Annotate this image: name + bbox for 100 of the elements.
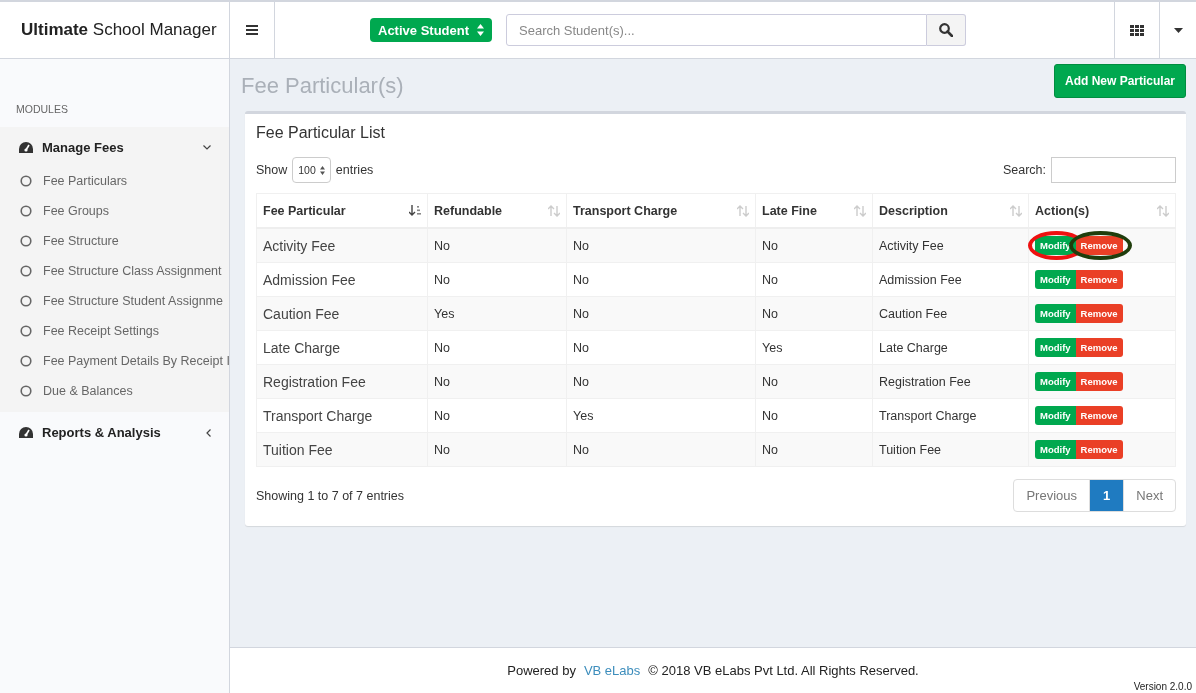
table-cell: No — [755, 296, 873, 331]
entries-info: Showing 1 to 7 of 7 entries — [256, 488, 404, 503]
circle-icon — [20, 355, 32, 367]
remove-button[interactable]: Remove — [1075, 270, 1123, 289]
table-cell: Activity Fee — [256, 228, 428, 263]
table-cell: No — [755, 228, 873, 263]
add-particular-button[interactable]: Add New Particular — [1053, 64, 1186, 98]
dashboard-icon — [19, 427, 33, 438]
footer-text: Powered by — [507, 663, 576, 678]
dashboard-icon — [19, 142, 33, 153]
table-search-field[interactable] — [1051, 157, 1176, 183]
page-link[interactable]: 1 — [1089, 480, 1124, 511]
sort-icon — [854, 205, 866, 217]
circle-icon — [20, 385, 32, 397]
search-icon — [939, 23, 953, 37]
remove-button[interactable]: Remove — [1075, 372, 1123, 391]
table-cell: Registration Fee — [872, 364, 1029, 399]
circle-icon — [20, 235, 32, 247]
sidebar-item[interactable]: Fee Structure — [0, 226, 229, 256]
select-arrows-icon — [319, 165, 325, 175]
sidebar-item[interactable]: Fee Payment Details By Receipt I — [0, 346, 229, 376]
table-cell: Tuition Fee — [872, 432, 1029, 467]
sidebar-item[interactable]: Fee Structure Student Assignme — [0, 286, 229, 316]
footer-link[interactable]: VB eLabs — [583, 663, 641, 678]
sort-icon — [1157, 205, 1169, 217]
menu-icon — [246, 25, 258, 35]
search-button[interactable] — [927, 14, 966, 46]
table-cell: No — [755, 398, 873, 433]
modify-button[interactable]: Modify — [1035, 270, 1076, 289]
sort-icon — [1010, 205, 1022, 217]
select-arrows-icon — [477, 24, 484, 36]
student-filter-select[interactable]: Active Student — [370, 18, 492, 42]
circle-icon — [20, 295, 32, 307]
page-title: Fee Particular(s) — [241, 73, 404, 99]
table-cell: Transport Charge — [256, 398, 428, 433]
table-cell: No — [427, 262, 567, 297]
sort-icon — [737, 205, 749, 217]
table-cell: No — [755, 432, 873, 467]
table-cell: Yes — [566, 398, 756, 433]
table-cell: No — [566, 364, 756, 399]
sidebar-group[interactable]: Reports & Analysis — [0, 412, 229, 451]
show-label: Show — [256, 163, 288, 177]
table-cell: No — [427, 398, 567, 433]
entries-label: entries — [335, 163, 374, 177]
copyright-text: © 2018 VB eLabs Pvt Ltd. All Rights Reserved. — [648, 663, 919, 678]
table-cell: Caution Fee — [256, 296, 428, 331]
remove-button[interactable]: Remove — [1075, 338, 1123, 357]
remove-button[interactable]: Remove — [1075, 304, 1123, 323]
table-cell: Admission Fee — [872, 262, 1029, 297]
table-cell: Late Charge — [872, 330, 1029, 365]
card-title: Fee Particular List — [256, 123, 386, 143]
table-cell: Transport Charge — [872, 398, 1029, 433]
remove-button[interactable]: Remove — [1075, 406, 1123, 425]
page-length-select[interactable]: 100 — [292, 157, 331, 183]
table-cell: Admission Fee — [256, 262, 428, 297]
sidebar-item[interactable]: Fee Structure Class Assignment — [0, 256, 229, 286]
circle-icon — [20, 175, 32, 187]
chevron-left-icon — [206, 428, 211, 437]
table-cell: No — [427, 330, 567, 365]
modify-button[interactable]: Modify — [1035, 304, 1076, 323]
table-cell: Late Charge — [256, 330, 428, 365]
table-cell: No — [566, 228, 756, 263]
modify-button[interactable]: Modify — [1035, 338, 1076, 357]
sort-icon — [548, 205, 560, 217]
chevron-down-icon — [203, 145, 211, 150]
table-cell: No — [427, 432, 567, 467]
circle-icon — [20, 265, 32, 277]
page-link[interactable]: Previous — [1014, 480, 1090, 511]
modify-button[interactable]: Modify — [1035, 406, 1076, 425]
grid-icon — [1130, 24, 1144, 36]
sidebar-group[interactable]: Manage Fees — [0, 127, 229, 166]
table-cell: Yes — [427, 296, 567, 331]
table-cell: No — [566, 330, 756, 365]
table-cell: Caution Fee — [872, 296, 1029, 331]
table-cell: No — [427, 228, 567, 263]
sidebar-item[interactable]: Fee Groups — [0, 196, 229, 226]
search-field[interactable]: Search Student(s)... — [506, 14, 927, 46]
remove-button[interactable]: Remove — [1075, 440, 1123, 459]
sort-ascending-icon — [409, 205, 421, 217]
modify-button[interactable]: Modify — [1035, 372, 1076, 391]
sidebar-item[interactable]: Fee Receipt Settings — [0, 316, 229, 346]
sidebar-item[interactable]: Fee Particulars — [0, 166, 229, 196]
table-cell: Registration Fee — [256, 364, 428, 399]
modify-button[interactable]: Modify — [1035, 440, 1076, 459]
table-cell: Yes — [755, 330, 873, 365]
table-cell: No — [566, 432, 756, 467]
page-link[interactable]: Next — [1123, 480, 1175, 511]
table-cell: Tuition Fee — [256, 432, 428, 467]
table-cell: No — [427, 364, 567, 399]
search-label: Search: — [1002, 163, 1046, 177]
circle-icon — [20, 325, 32, 337]
modify-button[interactable]: Modify — [1035, 236, 1076, 255]
table-cell: No — [755, 364, 873, 399]
remove-button[interactable]: Remove — [1075, 236, 1123, 255]
caret-icon — [1173, 27, 1183, 33]
table-cell: No — [566, 296, 756, 331]
table-cell: No — [755, 262, 873, 297]
table-cell: No — [566, 262, 756, 297]
table-cell: Activity Fee — [872, 228, 1029, 263]
sidebar-item[interactable]: Due & Balances — [0, 376, 229, 406]
